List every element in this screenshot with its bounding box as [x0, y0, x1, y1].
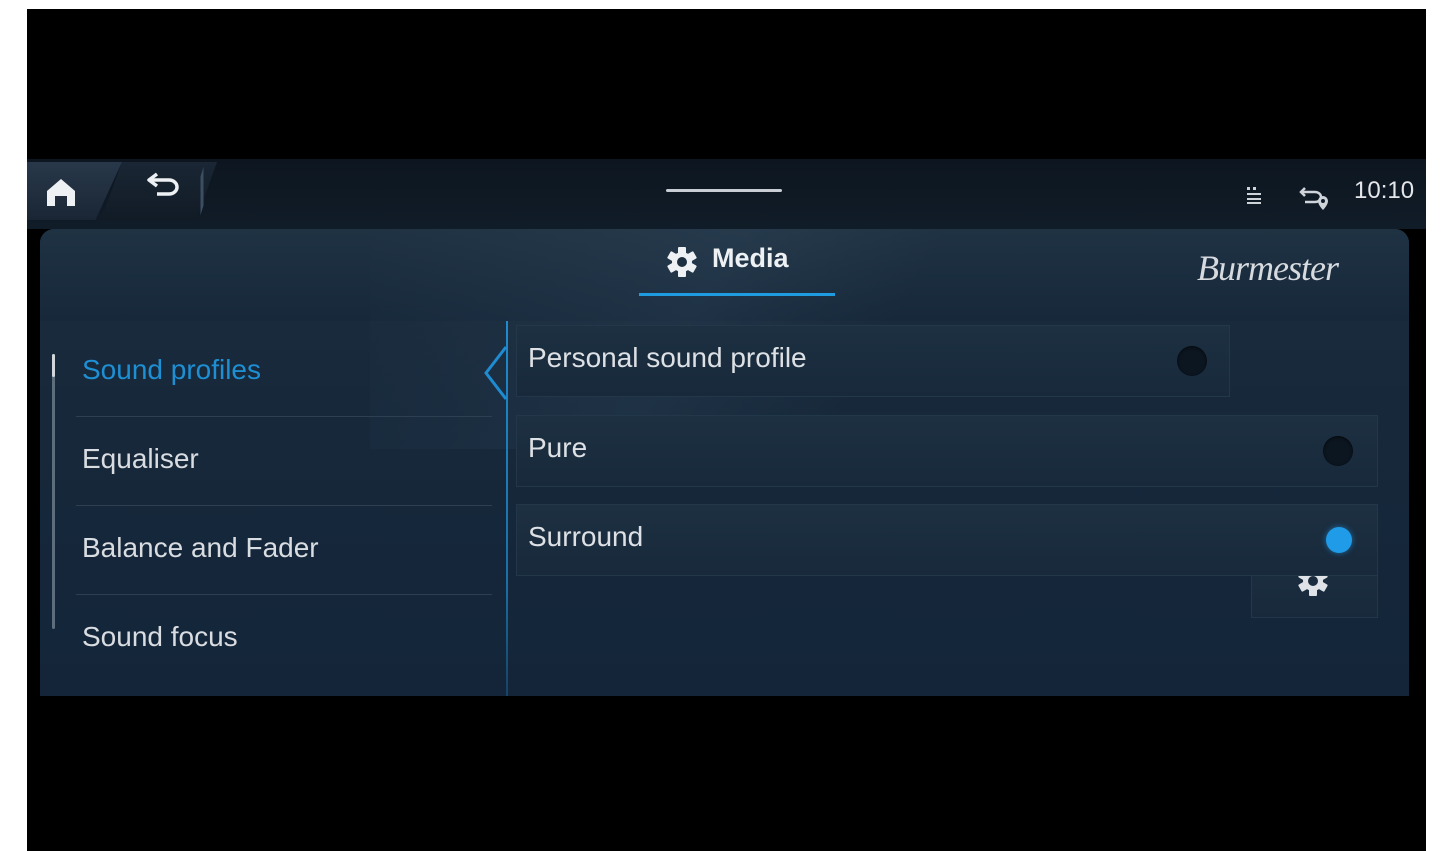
sound-menu: Sound profiles Equaliser Balance and Fad…: [40, 321, 508, 696]
home-icon: [47, 179, 75, 206]
option-pure[interactable]: Pure: [516, 415, 1378, 487]
menu-scrollbar-thumb[interactable]: [52, 354, 55, 377]
option-surround[interactable]: Surround: [516, 504, 1378, 576]
menu-item-label: Sound focus: [82, 621, 238, 652]
radio-button[interactable]: [1177, 346, 1207, 376]
menu-item-label: Equaliser: [82, 443, 199, 474]
radio-button[interactable]: [1323, 436, 1353, 466]
back-arrow-icon: [147, 172, 179, 196]
menu-item-label: Sound profiles: [82, 354, 262, 385]
gear-icon: [667, 247, 697, 277]
option-personal-sound-profile[interactable]: Personal sound profile: [516, 325, 1230, 397]
divider: [76, 505, 492, 506]
infotainment-screen: 10:10 Media Burmester Sound profiles Equ…: [27, 9, 1426, 851]
tab-media-label: Media: [712, 243, 789, 273]
menu-item-sound-focus[interactable]: Sound focus: [76, 596, 492, 684]
option-label: Surround: [528, 521, 644, 552]
radio-button-selected[interactable]: [1326, 527, 1352, 553]
option-label: Pure: [528, 432, 588, 463]
menu-item-balance-and-fader[interactable]: Balance and Fader: [76, 507, 492, 595]
menu-item-label: Balance and Fader: [82, 532, 319, 563]
tab-media[interactable]: Media: [625, 229, 821, 295]
drag-handle[interactable]: [666, 189, 782, 192]
connectivity-icon: [1247, 187, 1261, 204]
menu-item-sound-profiles[interactable]: Sound profiles: [76, 329, 492, 417]
active-tab-indicator: [639, 293, 835, 296]
menu-item-equaliser[interactable]: Equaliser: [76, 418, 492, 506]
navigation-icon: [1299, 187, 1328, 210]
divider: [76, 416, 492, 417]
sound-settings-panel: Media Burmester Sound profiles Equaliser…: [40, 229, 1409, 696]
screen-bezel: [27, 696, 1426, 851]
chevron-left-icon: [484, 346, 508, 400]
menu-scrollbar[interactable]: [52, 354, 55, 629]
burmester-logo: Burmester: [1197, 248, 1339, 288]
status-bar: [27, 159, 1426, 229]
divider: [76, 594, 492, 595]
option-label: Personal sound profile: [528, 342, 807, 373]
clock: 10:10: [1354, 177, 1415, 204]
